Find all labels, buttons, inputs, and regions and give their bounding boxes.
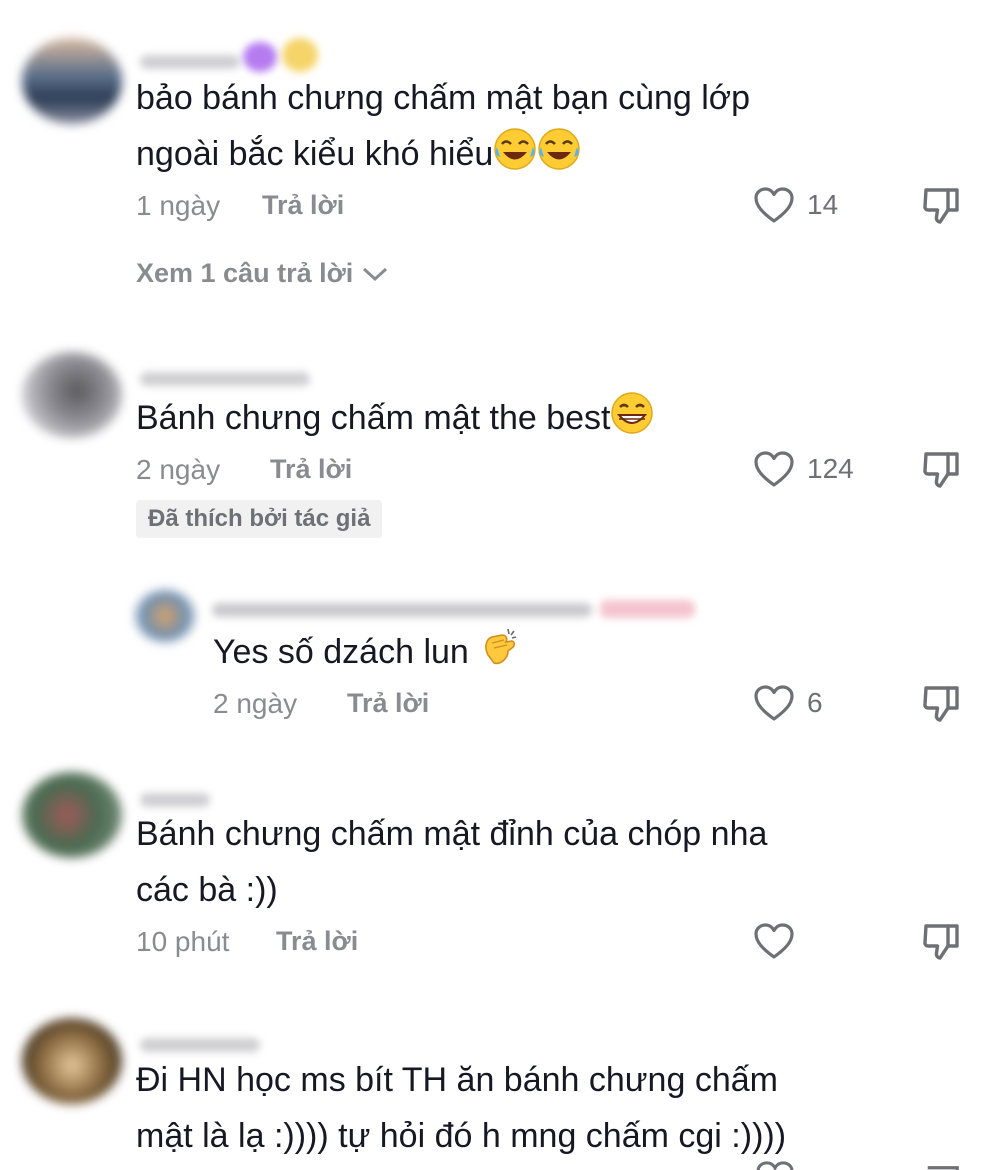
avatar[interactable] — [22, 352, 122, 438]
like-count: 14 — [807, 189, 839, 220]
comment-text: Bánh chưng chấm mật the best — [136, 390, 654, 446]
thumbs-down-icon[interactable] — [922, 1162, 962, 1170]
like-count: 6 — [807, 687, 823, 718]
username-blurred[interactable] — [140, 1038, 260, 1052]
chevron-down-icon — [363, 267, 388, 281]
reply-button[interactable]: Trả lời — [276, 926, 358, 957]
like-button[interactable]: 124 — [753, 450, 854, 488]
comment-timestamp: 10 phút — [136, 926, 230, 957]
avatar[interactable] — [135, 590, 195, 642]
username-emoji-blurred — [282, 38, 318, 72]
face-with-tears-of-joy-icon — [538, 128, 581, 170]
comment-text: Bánh chưng chấm mật đỉnh của chóp nha — [136, 815, 768, 853]
reply-text: Yes số dzách lun — [213, 624, 522, 680]
thumbs-down-icon[interactable] — [920, 682, 962, 724]
like-button[interactable]: 6 — [753, 684, 823, 722]
reply-button[interactable]: Trả lời — [347, 688, 429, 719]
avatar[interactable] — [22, 38, 122, 124]
avatar[interactable] — [22, 772, 122, 858]
comment-timestamp: 2 ngày — [136, 454, 221, 485]
heart-outline-icon[interactable] — [755, 1160, 795, 1170]
comment-text: bảo bánh chưng chấm mật bạn cùng lớp — [136, 79, 751, 117]
liked-by-creator-badge: Đã thích bởi tác giả — [136, 500, 383, 538]
heart-outline-icon — [754, 187, 794, 223]
reply-button[interactable]: Trả lời — [262, 190, 344, 221]
like-button[interactable]: 14 — [753, 186, 838, 224]
heart-outline-icon — [754, 451, 794, 487]
username-emoji-blurred — [600, 600, 695, 618]
like-button[interactable] — [753, 922, 807, 960]
username-blurred[interactable] — [140, 372, 310, 386]
like-count: 124 — [807, 453, 854, 484]
face-with-tears-of-joy-icon — [494, 128, 537, 170]
comment-text: mật là lạ :)))) tự hỏi đó h mng chấm cgi… — [136, 1117, 787, 1155]
comment-text: ngoài bắc kiểu khó hiểu — [136, 126, 581, 182]
thumbs-down-icon[interactable] — [920, 920, 962, 962]
reply-timestamp: 2 ngày — [213, 688, 298, 719]
heart-outline-icon — [754, 923, 794, 959]
comment-text: Đi HN học ms bít TH ăn bánh chưng chấm — [136, 1061, 778, 1099]
clapping-hands-icon — [485, 628, 517, 665]
username-emoji-blurred — [243, 42, 277, 72]
comment-timestamp: 1 ngày — [136, 190, 221, 221]
username-blurred[interactable] — [140, 55, 240, 69]
thumbs-down-icon[interactable] — [920, 448, 962, 490]
reply-button[interactable]: Trả lời — [270, 454, 352, 485]
view-replies-button[interactable]: Xem 1 câu trả lời — [136, 258, 389, 289]
avatar[interactable] — [22, 1018, 122, 1104]
comment-text: các bà :)) — [136, 871, 278, 909]
username-blurred[interactable] — [212, 603, 592, 617]
heart-outline-icon — [754, 685, 794, 721]
thumbs-down-icon[interactable] — [920, 184, 962, 226]
view-replies-label: Xem 1 câu trả lời — [136, 258, 354, 288]
grinning-face-icon — [611, 392, 654, 434]
username-blurred[interactable] — [140, 793, 210, 807]
